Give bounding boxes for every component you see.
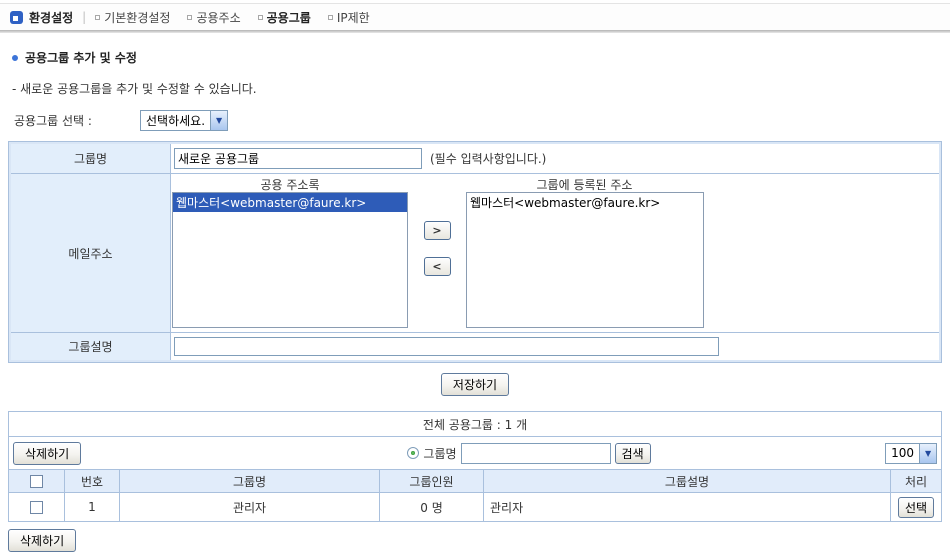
save-button[interactable]: 저장하기 [441, 373, 509, 396]
row-member-count: 0 명 [380, 493, 484, 522]
shared-addressbook-title: 공용 주소록 [171, 176, 409, 192]
col-header-action: 처리 [891, 470, 942, 493]
nav-item-label: 공용주소 [196, 9, 240, 26]
nav-item-label: 공용그룹 [267, 9, 311, 26]
shared-addressbook-listbox[interactable]: 웹마스터<webmaster@faure.kr> [172, 192, 408, 328]
nav-item-ip-restriction[interactable]: IP제한 [328, 9, 370, 26]
row-group-name: 관리자 [120, 493, 380, 522]
search-by-name-radio[interactable] [407, 447, 419, 459]
search-button[interactable]: 검색 [615, 443, 651, 464]
save-row: 저장하기 [0, 373, 950, 396]
group-name-required-note: (필수 입력사항입니다.) [430, 150, 546, 167]
col-header-member-count: 그룹인원 [380, 470, 484, 493]
row-checkbox[interactable] [30, 501, 43, 514]
list-item[interactable]: 웹마스터<webmaster@faure.kr> [467, 193, 703, 212]
nav-item-label: IP제한 [337, 9, 370, 26]
section-description: - 새로운 공용그룹을 추가 및 수정할 수 있습니다. [12, 80, 950, 97]
list-controls-row: 삭제하기 그룹명 검색 100 ▼ [9, 442, 941, 465]
delete-selected-button[interactable]: 삭제하기 [13, 442, 81, 465]
square-bullet-icon [187, 15, 192, 20]
group-registered-column: 그룹에 등록된 주소 웹마스터<webmaster@faure.kr> [465, 176, 704, 332]
top-nav-underline [0, 30, 950, 33]
page-title: 환경설정 [29, 9, 73, 26]
col-header-no: 번호 [65, 470, 120, 493]
group-list-table: 전체 공용그룹 : 1 개 삭제하기 그룹명 검색 100 ▼ [8, 411, 942, 522]
settings-app-icon [10, 11, 23, 24]
table-header-row: 번호 그룹명 그룹인원 그룹설명 처리 [9, 470, 942, 493]
total-groups-label: 전체 공용그룹 : 1 개 [9, 412, 942, 437]
row-group-desc: 관리자 [484, 493, 891, 522]
section-header: 공용그룹 추가 및 수정 [12, 49, 950, 66]
row-number: 1 [65, 493, 120, 522]
section-title: 공용그룹 추가 및 수정 [25, 49, 137, 66]
search-radio-label: 그룹명 [423, 445, 456, 462]
group-name-input[interactable] [174, 148, 422, 169]
email-address-label: 메일주소 [11, 174, 171, 332]
nav-item-shared-address[interactable]: 공용주소 [187, 9, 240, 26]
row-select-button[interactable]: 선택 [898, 497, 934, 518]
group-desc-label: 그룹설명 [11, 333, 171, 360]
group-select-label: 공용그룹 선택 : [14, 112, 140, 129]
group-select-value: 선택하세요. [141, 111, 210, 130]
group-registered-title: 그룹에 등록된 주소 [465, 176, 704, 192]
group-edit-form: 그룹명 (필수 입력사항입니다.) 메일주소 공용 주소록 웹마스터<webma… [8, 141, 942, 363]
nav-separator: | [82, 10, 86, 24]
square-bullet-icon [258, 15, 263, 20]
col-header-group-desc: 그룹설명 [484, 470, 891, 493]
search-input[interactable] [461, 443, 611, 464]
shared-addressbook-column: 공용 주소록 웹마스터<webmaster@faure.kr> [171, 176, 409, 332]
group-select-dropdown[interactable]: 선택하세요. ▼ [140, 110, 228, 131]
group-desc-row: 그룹설명 [11, 333, 939, 360]
group-registered-listbox[interactable]: 웹마스터<webmaster@faure.kr> [466, 192, 704, 328]
move-right-button[interactable]: > [424, 221, 451, 240]
bottom-delete-row: 삭제하기 [8, 529, 950, 552]
move-left-button[interactable]: < [424, 257, 451, 276]
chevron-down-icon: ▼ [919, 444, 936, 463]
group-select-row: 공용그룹 선택 : 선택하세요. ▼ [14, 110, 950, 131]
table-row: 1 관리자 0 명 관리자 선택 [9, 493, 942, 522]
group-name-row: 그룹명 (필수 입력사항입니다.) [11, 144, 939, 174]
top-nav-bar: 환경설정 | 기본환경설정 공용주소 공용그룹 IP제한 [0, 3, 950, 30]
bottom-delete-button[interactable]: 삭제하기 [8, 529, 76, 552]
nav-item-shared-group[interactable]: 공용그룹 [258, 9, 311, 26]
list-item[interactable]: 웹마스터<webmaster@faure.kr> [173, 193, 407, 212]
page-size-value: 100 [886, 444, 919, 463]
move-buttons-column: > < [409, 176, 465, 332]
square-bullet-icon [95, 15, 100, 20]
group-desc-input[interactable] [174, 337, 719, 356]
chevron-down-icon: ▼ [210, 111, 227, 130]
page-size-dropdown[interactable]: 100 ▼ [885, 443, 937, 464]
nav-item-basic-settings[interactable]: 기본환경설정 [95, 9, 170, 26]
square-bullet-icon [328, 15, 333, 20]
select-all-checkbox[interactable] [30, 475, 43, 488]
col-header-group-name: 그룹명 [120, 470, 380, 493]
nav-item-label: 기본환경설정 [104, 9, 170, 26]
section-bullet-icon [12, 55, 18, 61]
group-name-label: 그룹명 [11, 144, 171, 173]
select-all-header-cell [9, 470, 65, 493]
email-address-row: 메일주소 공용 주소록 웹마스터<webmaster@faure.kr> > <… [11, 174, 939, 333]
